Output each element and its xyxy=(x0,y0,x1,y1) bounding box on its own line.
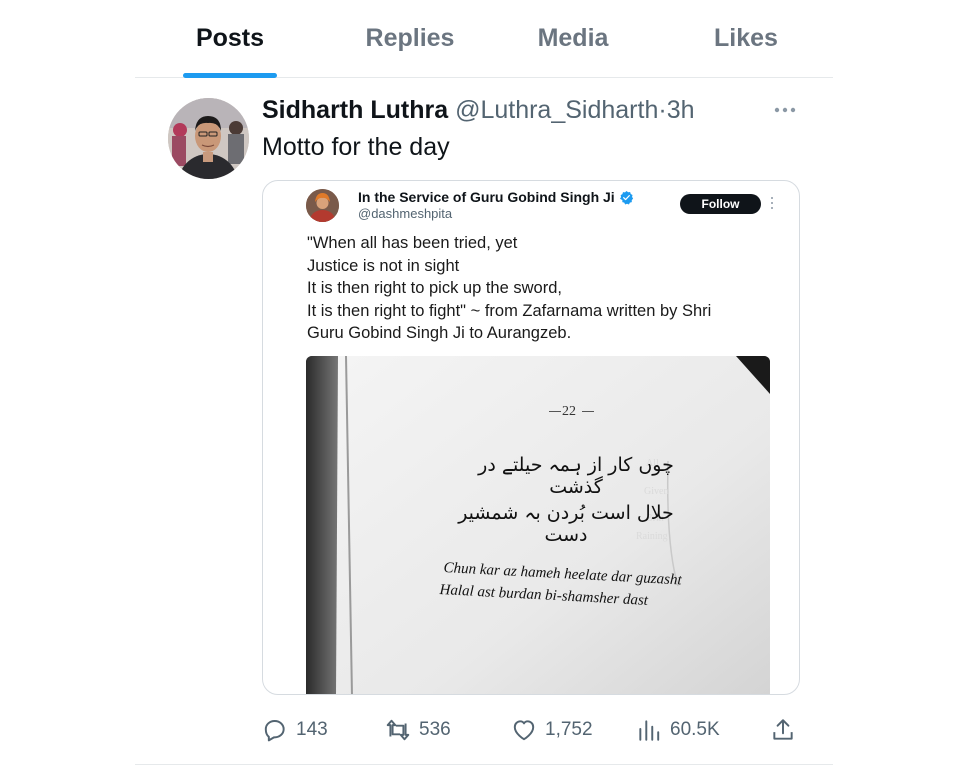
tab-replies[interactable]: Replies xyxy=(357,24,463,78)
author-avatar[interactable] xyxy=(168,98,249,179)
views-chart-icon xyxy=(639,720,660,741)
tab-replies-label: Replies xyxy=(365,24,455,52)
repost-button[interactable]: 536 xyxy=(385,712,451,748)
active-tab-indicator xyxy=(183,73,277,78)
profile-tabs: Posts Replies Media Likes xyxy=(135,0,833,78)
tab-likes-label: Likes xyxy=(714,24,778,52)
share-button[interactable] xyxy=(770,712,796,748)
quoted-text-line: Justice is not in sight xyxy=(307,256,460,275)
quoted-author-avatar-image xyxy=(306,189,339,222)
like-count: 1,752 xyxy=(545,719,593,740)
tab-media-label: Media xyxy=(537,24,609,52)
repost-count: 536 xyxy=(419,719,451,740)
author-handle[interactable]: @Luthra_Sidharth xyxy=(455,96,658,124)
reply-button[interactable]: 143 xyxy=(262,712,328,748)
quoted-post-image[interactable]: All Given Brin Raining 22 چوں کار از ہمہ… xyxy=(306,356,770,694)
author-name[interactable]: Sidharth Luthra xyxy=(262,96,448,124)
reply-icon xyxy=(264,720,285,742)
book-page-number-ornament-left xyxy=(549,411,561,412)
follow-button[interactable]: Follow xyxy=(680,194,761,214)
tab-media[interactable]: Media xyxy=(528,24,618,78)
quoted-text-line: It is then right to pick up the sword, xyxy=(307,279,562,297)
views-button[interactable]: 60.5K xyxy=(636,712,720,748)
urdu-verse-line-2: حلال است بُردن بہ شمشیر دست xyxy=(458,502,674,546)
book-page-number: 22 xyxy=(562,404,576,419)
post-timestamp[interactable]: 3h xyxy=(667,96,695,124)
quoted-text-line: It is then right to fight" ~ from Zafarn… xyxy=(307,301,712,320)
quoted-post-card[interactable]: In the Service of Guru Gobind Singh Ji @… xyxy=(262,180,800,695)
tab-posts-label: Posts xyxy=(195,24,265,52)
verified-badge-icon xyxy=(620,190,634,205)
more-horizontal-icon[interactable] xyxy=(770,100,800,120)
reply-count: 143 xyxy=(296,719,328,740)
share-icon xyxy=(773,719,793,740)
quoted-author-name[interactable]: In the Service of Guru Gobind Singh Ji xyxy=(358,189,615,205)
more-vertical-icon[interactable] xyxy=(769,195,775,211)
like-button[interactable]: 1,752 xyxy=(511,712,593,748)
author-avatar-image xyxy=(168,98,249,179)
book-page-number-ornament-right xyxy=(582,411,594,412)
tab-likes[interactable]: Likes xyxy=(705,24,787,78)
tab-posts[interactable]: Posts xyxy=(183,24,277,78)
quoted-text-line: "When all has been tried, yet xyxy=(307,234,518,252)
urdu-verse-line-1: چوں کار از ہمہ حیلتے در گذشت xyxy=(478,454,674,498)
heart-icon xyxy=(513,720,535,741)
time-separator: · xyxy=(658,96,667,124)
view-count: 60.5K xyxy=(670,719,720,740)
quoted-post-text: "When all has been tried, yet Justice is… xyxy=(307,232,777,345)
post-author-line: Sidharth Luthra @Luthra_Sidharth·3h xyxy=(262,96,695,125)
quoted-author-avatar[interactable] xyxy=(306,189,339,222)
post-text: Motto for the day xyxy=(262,133,450,161)
repost-icon xyxy=(386,719,410,741)
post-divider xyxy=(135,764,833,765)
post-action-bar: 143 536 1,752 60.5K xyxy=(0,712,972,748)
quoted-text-line: Guru Gobind Singh Ji to Aurangzeb. xyxy=(307,324,572,342)
quoted-author-handle[interactable]: @dashmeshpita xyxy=(358,206,452,221)
